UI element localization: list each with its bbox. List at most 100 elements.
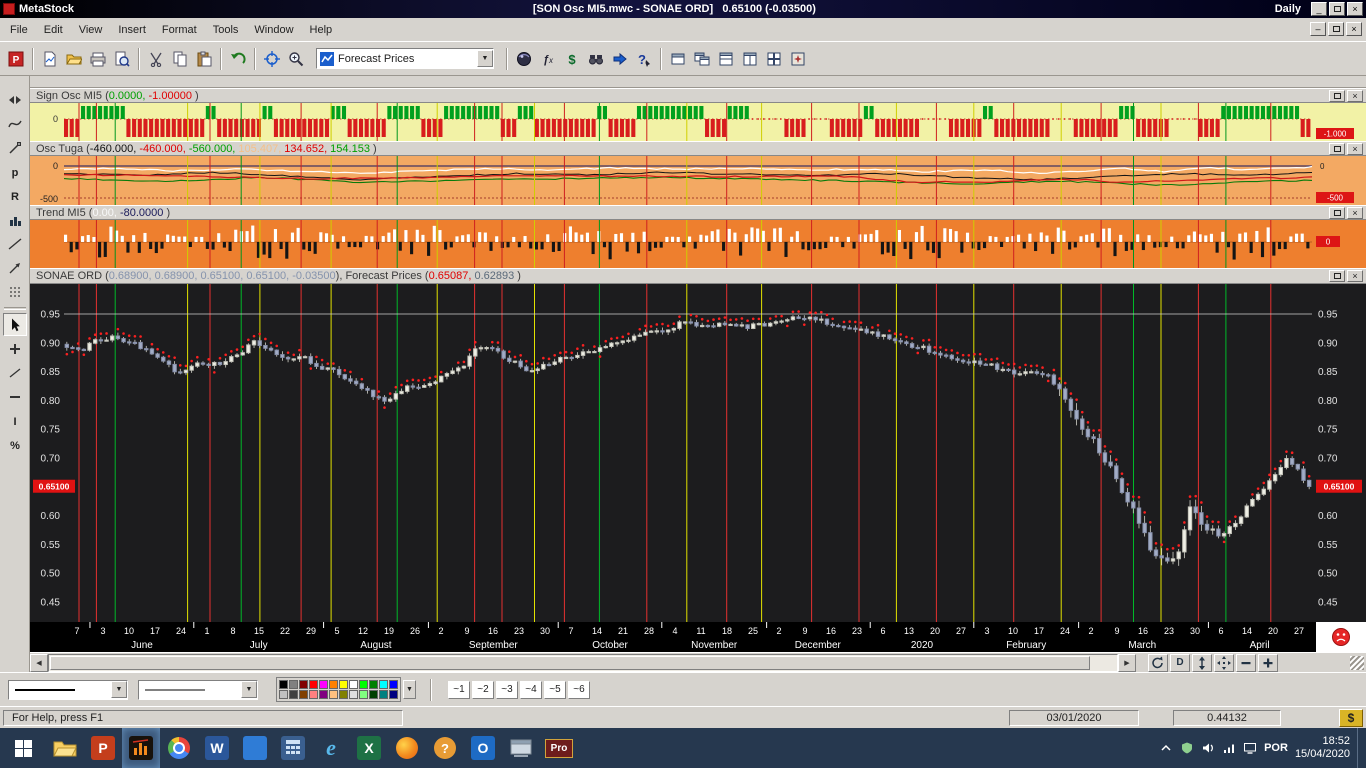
dollar-button[interactable]: $ [1339, 709, 1363, 727]
price-chart-plot[interactable]: 0.950.950.900.900.850.850.800.800.750.75… [30, 284, 1366, 622]
chrome-taskbar-button[interactable] [160, 728, 198, 768]
workspace-options-button[interactable] [786, 47, 810, 71]
menu-edit[interactable]: Edit [36, 20, 71, 40]
print-preview-button[interactable] [110, 47, 134, 71]
curve-tool-button[interactable] [3, 112, 27, 135]
color-swatch-5[interactable] [319, 680, 328, 689]
open-chart-button[interactable] [62, 47, 86, 71]
color-swatch-3[interactable] [299, 680, 308, 689]
copy-button[interactable] [168, 47, 192, 71]
cursor-tool-button[interactable]: I [3, 409, 27, 432]
template-button-3[interactable]: ~3 [496, 681, 518, 699]
new-chart-button[interactable] [38, 47, 62, 71]
color-swatch-15[interactable] [299, 690, 308, 699]
regression-tool-button[interactable]: R [3, 184, 27, 207]
menu-file[interactable]: File [2, 20, 36, 40]
color-swatch-17[interactable] [319, 690, 328, 699]
menu-window[interactable]: Window [246, 20, 301, 40]
scroll-thumb[interactable] [50, 656, 1090, 670]
downloader-button[interactable] [608, 47, 632, 71]
zoom-out-button[interactable] [1236, 654, 1256, 672]
indicator-builder-button[interactable]: ƒx [536, 47, 560, 71]
tray-volume-icon[interactable] [1201, 741, 1215, 755]
color-swatch-21[interactable] [359, 690, 368, 699]
trend-mi5-restore-button[interactable] [1329, 207, 1345, 219]
taskbar-clock[interactable]: 18:5215/04/2020 [1295, 735, 1350, 761]
pencil-tool-button[interactable] [3, 136, 27, 159]
tile-vertical-button[interactable] [738, 47, 762, 71]
explorer-button[interactable] [512, 47, 536, 71]
start-button[interactable] [0, 728, 46, 768]
restore-button[interactable] [1329, 2, 1345, 16]
date-axis-scale[interactable]: 7310172418152229512192629162330714212841… [30, 622, 1366, 652]
color-swatch-16[interactable] [309, 690, 318, 699]
internet-explorer-taskbar-button[interactable]: e [312, 728, 350, 768]
new-window-button[interactable] [666, 47, 690, 71]
color-swatch-2[interactable] [289, 680, 298, 689]
color-swatch-23[interactable] [379, 690, 388, 699]
sign-osc-plot[interactable]: 0-1.000 [30, 103, 1366, 141]
undo-button[interactable] [226, 47, 250, 71]
paste-button[interactable] [192, 47, 216, 71]
smiley-icon[interactable] [1333, 629, 1350, 646]
mdi-restore-button[interactable] [1328, 22, 1344, 36]
line-style-select[interactable]: ▼ [8, 680, 128, 700]
cut-button[interactable] [144, 47, 168, 71]
volume-tool-button[interactable] [3, 208, 27, 231]
template-button-2[interactable]: ~2 [472, 681, 494, 699]
line-weight-select[interactable]: ▼ [138, 680, 258, 700]
color-swatch-4[interactable] [309, 680, 318, 689]
pointer-split-button[interactable] [3, 88, 27, 111]
tray-shield-icon[interactable] [1180, 741, 1194, 755]
help-viewer-taskbar-button[interactable]: ? [426, 728, 464, 768]
color-swatch-19[interactable] [339, 690, 348, 699]
zoom-out-tool-button[interactable] [3, 385, 27, 408]
osc-tuga-close-button[interactable]: × [1347, 143, 1363, 155]
menu-insert[interactable]: Insert [110, 20, 154, 40]
trend-mi5-close-button[interactable]: × [1347, 207, 1363, 219]
menu-help[interactable]: Help [302, 20, 341, 40]
scroll-right-button[interactable]: ▶ [1118, 654, 1136, 672]
powerpoint-taskbar-button[interactable]: P [84, 728, 122, 768]
sign-osc-close-button[interactable]: × [1347, 90, 1363, 102]
vertical-scale-button[interactable] [1192, 654, 1212, 672]
resize-grip[interactable] [1350, 656, 1364, 670]
language-indicator[interactable]: POR [1264, 742, 1288, 754]
line-weight-dropdown-button[interactable]: ▼ [241, 681, 257, 698]
power-console-button[interactable]: P [4, 47, 28, 71]
sonae-ord-restore-button[interactable] [1329, 270, 1345, 282]
line-style-dropdown-button[interactable]: ▼ [111, 681, 127, 698]
color-swatch-1[interactable] [279, 680, 288, 689]
menu-view[interactable]: View [71, 20, 111, 40]
zoom-button[interactable] [284, 47, 308, 71]
template-button-6[interactable]: ~6 [568, 681, 590, 699]
metastock-pro-taskbar-button[interactable]: Pro [540, 728, 578, 768]
trend-mi5-plot[interactable]: 0 [30, 220, 1366, 268]
line-tool-button[interactable] [3, 361, 27, 384]
color-swatch-9[interactable] [359, 680, 368, 689]
excel-taskbar-button[interactable]: X [350, 728, 388, 768]
expert-advisor-button[interactable] [584, 47, 608, 71]
scroll-left-button[interactable]: ◀ [30, 654, 48, 672]
arrange-all-button[interactable] [762, 47, 786, 71]
tile-horizontal-button[interactable] [714, 47, 738, 71]
tray-display-icon[interactable] [1243, 741, 1257, 755]
minimize-button[interactable]: _ [1311, 2, 1327, 16]
mode-d-button[interactable]: D [1170, 654, 1190, 672]
sign-osc-restore-button[interactable] [1329, 90, 1345, 102]
template-button-4[interactable]: ~4 [520, 681, 542, 699]
sonae-ord-close-button[interactable]: × [1347, 270, 1363, 282]
percent-tool-button[interactable]: % [3, 433, 27, 456]
combo-dropdown-button[interactable]: ▼ [477, 50, 493, 67]
color-swatch-6[interactable] [329, 680, 338, 689]
color-swatch-11[interactable] [379, 680, 388, 689]
zoom-in-button[interactable] [1258, 654, 1278, 672]
menu-tools[interactable]: Tools [205, 20, 247, 40]
menu-format[interactable]: Format [154, 20, 205, 40]
calculator-taskbar-button[interactable] [274, 728, 312, 768]
color-swatch-14[interactable] [289, 690, 298, 699]
pointer-tool-button[interactable] [3, 313, 27, 336]
tray-expand-icon[interactable] [1159, 741, 1173, 755]
color-swatch-22[interactable] [369, 690, 378, 699]
outlook-taskbar-button[interactable]: O [464, 728, 502, 768]
